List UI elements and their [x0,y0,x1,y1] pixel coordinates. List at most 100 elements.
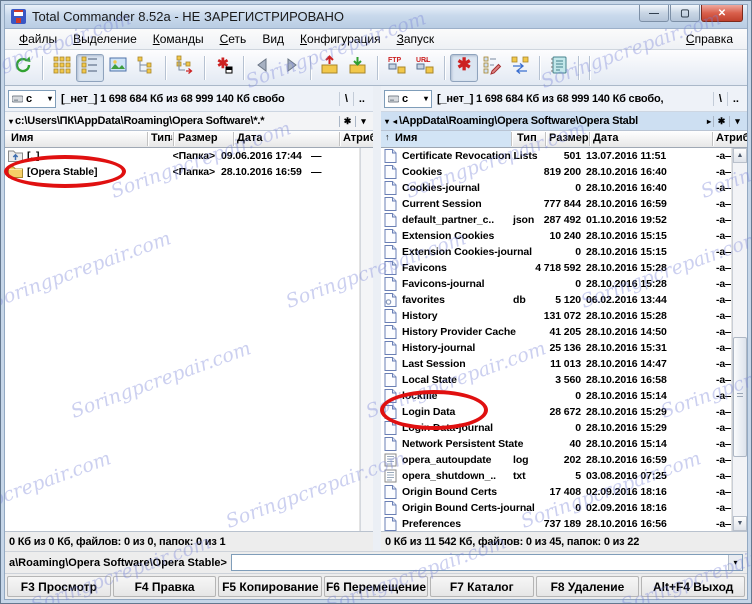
refresh-button[interactable] [9,54,37,82]
header-size[interactable]: Размер [178,132,218,144]
file-row[interactable]: Favicons 4 718 592 28.10.2016 15:28 -a— [381,260,731,276]
file-row[interactable]: default_partner_c.. json 287 492 01.10.2016… [381,212,731,228]
scroll-up-icon[interactable]: ▲ [733,148,747,163]
notepad-button[interactable] [545,54,573,82]
file-row[interactable]: opera_shutdown_..txt503.08.2016 07:25-a— [381,468,731,484]
menu-item[interactable]: Сеть [212,30,255,48]
header-date[interactable]: Дата [593,132,618,144]
forward-button[interactable] [277,54,305,82]
fn-button-f7[interactable]: F7 Каталог [429,576,534,597]
panel-divider[interactable] [373,86,381,551]
header-size[interactable]: Размер [549,132,589,144]
file-row[interactable]: Favicons-journal 0 28.10.2016 15:28 -a— [381,276,731,292]
scrollbar-thumb[interactable] [733,337,747,457]
file-row[interactable]: lockfile 0 28.10.2016 15:14 -a— [381,388,731,404]
file-row[interactable]: Login Data-journal028.10.2016 15:29-a— [381,420,731,436]
file-row[interactable]: Preferences 737 189 28.10.2016 16:56 -a— [381,516,731,531]
full-view-button[interactable] [76,53,104,82]
right-scrollbar[interactable]: ▲ ▼ [732,148,747,531]
fn-button-f5[interactable]: F5 Копирование [218,576,323,597]
file-row[interactable]: Cookies-journal 0 28.10.2016 16:40 -a— [381,180,731,196]
close-button[interactable]: ✕ [701,5,743,22]
header-attr[interactable]: Атрибу [716,132,747,144]
left-updir-button[interactable]: .. [352,91,370,106]
menu-item[interactable]: Вид [254,30,292,48]
ftp-connect-button[interactable]: FTP [383,54,411,82]
menu-item[interactable]: Файлы [11,30,65,48]
right-root-button[interactable]: \ [712,91,727,106]
file-row[interactable]: History 131 072 28.10.2016 15:28 -a— [381,308,731,324]
file-row[interactable]: Certificate Revocation Lists 501 13.07.201… [381,148,731,164]
file-row[interactable]: Network Persistent State 40 28.10.2016 15:… [381,436,731,452]
header-date[interactable]: Дата [237,132,262,144]
left-path-bar[interactable]: ▾ c:\Users\ПК\AppData\Roaming\Opera Soft… [5,112,373,131]
multi-rename-button[interactable] [478,54,506,82]
file-row[interactable]: History Provider Cache 41 205 28.10.2016 1… [381,324,731,340]
scroll-down-icon[interactable]: ▼ [733,516,747,531]
search-asterisk-button[interactable]: ✱ [450,53,478,82]
path-asterisk-button[interactable]: ✱ [339,115,355,127]
header-name[interactable]: Имя [11,132,33,144]
file-row[interactable]: Origin Bound Certs-journal 0 02.09.2016 18… [381,500,731,516]
back-button[interactable] [249,54,277,82]
fn-button-f4[interactable]: F4 Правка [112,576,217,597]
file-row[interactable]: favoritesdb5 12006.02.2016 13:44-a— [381,292,731,308]
menu-item[interactable]: Запуск [389,30,443,48]
path-asterisk-button[interactable]: ✱ [713,115,729,127]
fn-button-altf4[interactable]: Alt+F4 Выход [641,576,746,597]
sync-dirs-button[interactable] [506,54,534,82]
path-scroll-left-icon[interactable]: ◂ [393,117,397,126]
path-caret-icon[interactable]: ▾ [9,117,13,126]
file-row[interactable]: Last Session 11 013 28.10.2016 14:47 -a— [381,356,731,372]
branch-view-button[interactable] [171,54,199,82]
menu-item-help[interactable]: Справка [678,30,741,48]
thumbnails-view-button[interactable] [104,54,132,82]
file-row[interactable]: Cookies 819 200 28.10.2016 16:40 -a— [381,164,731,180]
select-asterisk-button[interactable]: ✱ [210,54,238,82]
path-scroll-right-icon[interactable]: ▸ [707,117,711,126]
file-row[interactable]: [..] <Папка> 09.06.2016 17:44 — [5,148,359,164]
menu-item[interactable]: Команды [145,30,212,48]
header-name[interactable]: Имя [395,132,417,144]
left-root-button[interactable]: \ [338,91,353,106]
command-input[interactable]: ▾ [230,554,743,571]
fn-button-f3[interactable]: F3 Просмотр [7,576,111,597]
file-row[interactable]: Login Data 28 672 28.10.2016 15:29 -a— [381,404,731,420]
maximize-button[interactable]: ▢ [670,5,700,22]
title-bar[interactable]: Total Commander 8.52a - НЕ ЗАРЕГИСТРИРОВ… [5,5,747,29]
left-scrollbar[interactable] [360,148,373,531]
command-history-dropdown[interactable]: ▾ [728,555,742,570]
log-file-icon [384,453,397,467]
unpack-button[interactable] [344,54,372,82]
right-updir-button[interactable]: .. [726,91,744,106]
file-row[interactable]: Local State 3 560 28.10.2016 16:58 -a— [381,372,731,388]
file-row[interactable]: Current Session 777 844 28.10.2016 16:59 -a… [381,196,731,212]
header-type[interactable]: Тип [517,132,537,144]
pack-button[interactable] [316,54,344,82]
file-row[interactable]: Extension Cookies-journal 0 28.10.2016 15:… [381,244,731,260]
path-history-button[interactable]: ▾ [729,115,745,127]
ftp-url-button[interactable]: URL [411,54,439,82]
path-history-button[interactable]: ▾ [355,115,371,127]
file-row[interactable]: opera_autoupdate log 202 28.10.2016 16:59 -a… [381,452,731,468]
brief-view-button[interactable] [48,54,76,82]
file-row[interactable]: History-journal 25 136 28.10.2016 15:31 -a— [381,340,731,356]
fn-button-f8[interactable]: F8 Удаление [535,576,640,597]
menu-item[interactable]: Выделение [65,30,145,48]
path-caret-icon[interactable]: ▾ [385,117,389,126]
menu-item[interactable]: Конфигурация [292,30,389,48]
tree-view-button[interactable] [132,54,160,82]
minimize-button[interactable]: — [639,5,669,22]
right-path-bar[interactable]: ▾ ◂ \AppData\Roaming\Opera Software\Oper… [381,112,747,131]
file-row[interactable]: Extension Cookies 10 240 28.10.2016 15:15-… [381,228,731,244]
header-type[interactable]: Тип [151,132,171,144]
left-drive-combo[interactable]: c ▾ [8,89,56,108]
file-row[interactable]: Origin Bound Certs 17 408 02.09.2016 18:16… [381,484,731,500]
file-row[interactable]: [Opera Stable] <Папка> 28.10.2016 16:59 — [5,164,359,180]
drive-letter: c [402,92,409,105]
left-drive-info: [_нет_] 1 698 684 Кб из 68 999 140 Кб св… [61,92,285,105]
right-drive-combo[interactable]: c ▾ [384,89,432,108]
header-attr[interactable]: Атрибу [343,132,373,144]
cell-date: 28.10.2016 15:14 [586,438,667,450]
fn-button-f6[interactable]: F6 Перемещение [324,576,428,597]
